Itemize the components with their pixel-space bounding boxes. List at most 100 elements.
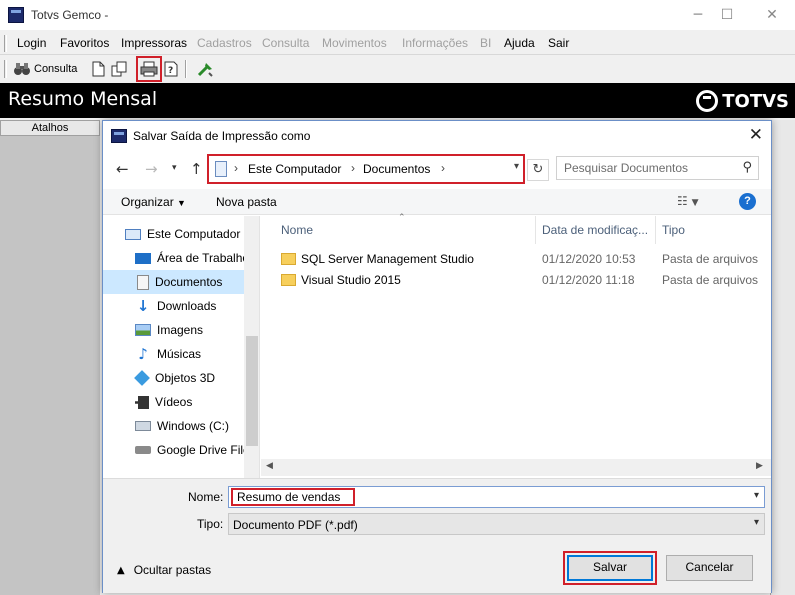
column-header-type[interactable]: Tipo (662, 216, 685, 244)
recent-locations-chevron-icon[interactable]: ▾ (172, 163, 177, 173)
column-divider[interactable] (655, 216, 656, 244)
dialog-close-icon[interactable]: ✕ (749, 125, 763, 145)
refresh-icon[interactable]: ↻ (527, 159, 549, 181)
filetype-select[interactable]: Documento PDF (*.pdf) ▾ (228, 513, 765, 535)
file-date: 01/12/2020 11:18 (542, 273, 635, 287)
menu-ajuda[interactable]: Ajuda (504, 36, 535, 50)
nav-label: Windows (C:) (157, 419, 230, 433)
column-header-name[interactable]: Nome (281, 216, 313, 244)
menu-login[interactable]: Login (17, 36, 46, 50)
nav-item-este-computador[interactable]: Este Computador (103, 222, 244, 246)
file-row[interactable]: SQL Server Management Studio 01/12/2020 … (261, 249, 771, 270)
scroll-right-icon[interactable]: ▶ (756, 461, 763, 471)
nav-item-google-drive[interactable]: Google Drive File (103, 438, 250, 462)
nav-item-videos[interactable]: Vídeos (103, 390, 244, 414)
menu-impressoras[interactable]: Impressoras (121, 36, 187, 50)
new-document-icon (92, 61, 105, 77)
nav-scrollbar[interactable] (244, 216, 259, 478)
cancel-button[interactable]: Cancelar (666, 555, 753, 581)
close-icon[interactable]: ✕ (757, 4, 787, 26)
dialog-app-icon (111, 129, 127, 143)
organize-button[interactable]: Organizar ▼ (121, 195, 186, 209)
file-row[interactable]: Visual Studio 2015 01/12/2020 11:18 Past… (261, 270, 771, 291)
search-box[interactable]: ⚲ (556, 156, 759, 180)
navigation-pane: Este Computador Área de Trabalho Documen… (103, 216, 260, 478)
scroll-left-icon[interactable]: ◀ (266, 461, 273, 471)
nav-item-area-de-trabalho[interactable]: Área de Trabalho (103, 246, 249, 270)
save-dialog: Salvar Saída de Impressão como ✕ ← → ▾ ↑… (102, 120, 772, 593)
shortcuts-header[interactable]: Atalhos (0, 120, 100, 136)
search-icon[interactable]: ⚲ (742, 160, 752, 175)
binoculars-icon (14, 63, 30, 75)
folder-icon (281, 253, 296, 265)
chevron-up-icon: ▲ (117, 564, 125, 576)
filename-dropdown-icon[interactable]: ▾ (754, 490, 759, 501)
maximize-icon[interactable]: ☐ (712, 4, 742, 26)
brand-logo: TOTVS (696, 90, 789, 112)
file-date: 01/12/2020 10:53 (542, 252, 636, 266)
nav-item-downloads[interactable]: ↓ Downloads (103, 294, 244, 318)
file-list: ⌃ Nome Data de modificaç... Tipo SQL Ser… (261, 213, 771, 478)
breadcrumb-chevron-icon[interactable]: › (351, 161, 355, 175)
totvs-logo-icon (696, 90, 719, 112)
menu-movimentos[interactable]: Movimentos (322, 36, 387, 50)
help-icon[interactable]: ? (739, 193, 756, 210)
hide-folders-toggle[interactable]: ▲ Ocultar pastas (117, 563, 211, 577)
address-dropdown-icon[interactable]: ▾ (514, 161, 519, 172)
address-bar[interactable]: › Este Computador › Documentos › ▾ (207, 154, 525, 184)
dialog-footer: Nome: ▾ Tipo: Documento PDF (*.pdf) ▾ ▲ … (103, 478, 771, 593)
menu-bi[interactable]: BI (480, 36, 491, 50)
google-drive-icon (135, 446, 151, 454)
new-folder-button[interactable]: Nova pasta (216, 195, 277, 209)
page-title: Resumo Mensal (8, 88, 158, 110)
nav-item-documentos[interactable]: Documentos (103, 270, 244, 294)
print-button[interactable] (136, 56, 162, 82)
help-document-button[interactable]: ? (163, 59, 179, 79)
nav-label: Objetos 3D (155, 371, 216, 385)
page-banner: Resumo Mensal TOTVS (0, 83, 795, 118)
filename-input[interactable] (231, 488, 355, 506)
menu-cadastros[interactable]: Cadastros (197, 36, 252, 50)
nav-item-musicas[interactable]: ♪ Músicas (103, 342, 244, 366)
printer-icon (140, 61, 158, 77)
brand-name: TOTVS (722, 90, 789, 112)
tools-button[interactable] (197, 59, 215, 79)
nav-label: Imagens (157, 323, 204, 337)
menu-grip (4, 35, 7, 52)
shortcuts-panel: Atalhos (0, 120, 100, 595)
consulta-button[interactable]: Consulta (13, 59, 77, 79)
search-input[interactable] (564, 160, 729, 176)
toolbar-grip (4, 60, 7, 78)
nav-item-windows-c[interactable]: Windows (C:) (103, 414, 244, 438)
column-divider[interactable] (535, 216, 536, 244)
menu-informacoes[interactable]: Informações (402, 36, 468, 50)
breadcrumb-chevron-icon[interactable]: › (234, 161, 238, 175)
save-button[interactable]: Salvar (567, 555, 653, 581)
up-arrow-icon[interactable]: ↑ (190, 160, 203, 178)
3d-objects-icon (134, 370, 150, 386)
view-options-icon[interactable]: ☷ ▼ (677, 194, 699, 208)
column-header-date[interactable]: Data de modificaç... (542, 216, 648, 244)
horizontal-scrollbar[interactable]: ◀ ▶ (261, 459, 771, 476)
pictures-icon (135, 324, 151, 336)
copy-document-button[interactable] (111, 59, 127, 79)
breadcrumb-chevron-icon[interactable]: › (441, 161, 445, 175)
filetype-dropdown-icon[interactable]: ▾ (754, 517, 759, 528)
new-document-button[interactable] (91, 59, 105, 79)
minimize-icon[interactable]: ─ (683, 4, 713, 26)
menu-favoritos[interactable]: Favoritos (60, 36, 109, 50)
filename-combobox[interactable]: ▾ (228, 486, 765, 508)
command-bar: Organizar ▼ Nova pasta ☷ ▼ ? (103, 189, 771, 215)
back-arrow-icon[interactable]: ← (116, 160, 129, 178)
nav-item-imagens[interactable]: Imagens (103, 318, 244, 342)
menu-consulta[interactable]: Consulta (262, 36, 309, 50)
folder-icon (281, 274, 296, 286)
file-type: Pasta de arquivos (662, 273, 759, 287)
menu-sair[interactable]: Sair (548, 36, 569, 50)
tools-icon (197, 63, 213, 77)
forward-arrow-icon[interactable]: → (145, 160, 158, 178)
breadcrumb-este-computador[interactable]: Este Computador (248, 162, 341, 176)
nav-item-objetos-3d[interactable]: Objetos 3D (103, 366, 244, 390)
breadcrumb-documentos[interactable]: Documentos (363, 162, 430, 176)
nav-scroll-thumb[interactable] (246, 336, 258, 446)
